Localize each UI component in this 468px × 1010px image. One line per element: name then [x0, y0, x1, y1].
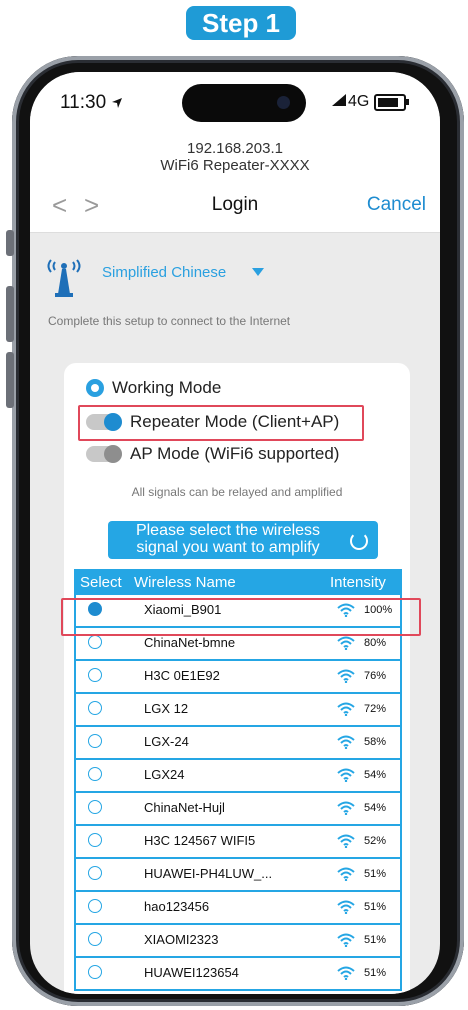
- table-row[interactable]: LGX 12 72%: [74, 694, 402, 727]
- network-name: HUAWEI-PH4LUW_...: [144, 866, 273, 881]
- select-radio[interactable]: [88, 866, 102, 880]
- back-button[interactable]: <: [52, 190, 67, 221]
- network-name: H3C 0E1E92: [144, 668, 220, 683]
- repeater-mode-label: Repeater Mode (Client+AP): [130, 412, 340, 431]
- signal-intensity: 54%: [364, 769, 387, 781]
- signal-intensity: 54%: [364, 802, 387, 814]
- wifi-icon: [337, 966, 355, 980]
- network-name: H3C 124567 WIFI5: [144, 833, 256, 848]
- signal-intensity: 80%: [364, 637, 387, 649]
- language-label: Simplified Chinese: [102, 264, 227, 281]
- wifi-icon: [337, 900, 355, 914]
- network-name: XIAOMI2323: [144, 932, 219, 947]
- network-name: ChinaNet-Hujl: [144, 800, 225, 815]
- ap-mode-label: AP Mode (WiFi6 supported): [130, 444, 340, 463]
- header-intensity: Intensity: [330, 574, 386, 591]
- language-selector[interactable]: Simplified Chinese: [46, 250, 426, 300]
- table-row[interactable]: H3C 0E1E92 76%: [74, 661, 402, 694]
- network-name: LGX 12: [144, 701, 189, 716]
- antenna-icon: [47, 259, 81, 297]
- page-subtitle: WiFi6 Repeater-XXXX: [160, 157, 310, 174]
- table-row[interactable]: ChinaNet-Hujl 54%: [74, 793, 402, 826]
- volume-up-button: [6, 286, 14, 342]
- mute-switch: [6, 230, 14, 256]
- select-radio[interactable]: [88, 965, 102, 979]
- table-body: Xiaomi_B901 100% ChinaNet-bmne 80% H3C 0E1E9…: [74, 595, 402, 991]
- signal-intensity: 72%: [364, 703, 387, 715]
- gear-icon: [86, 379, 104, 397]
- wifi-icon: [337, 768, 355, 782]
- url-ip: 192.168.203.1: [187, 140, 283, 157]
- chevron-down-icon: [252, 268, 264, 276]
- banner-text: Please select the wireless signal you wa…: [135, 522, 321, 556]
- repeater-mode-toggle[interactable]: [86, 413, 122, 431]
- status-time: 11:30: [60, 92, 123, 114]
- wifi-icon: [337, 933, 355, 947]
- wifi-icon: [337, 801, 355, 815]
- signal-intensity: 51%: [364, 967, 387, 979]
- table-row[interactable]: XIAOMI2323 51%: [74, 925, 402, 958]
- table-row[interactable]: HUAWEI123654 51%: [74, 958, 402, 991]
- select-radio[interactable]: [88, 734, 102, 748]
- network-name: LGX-24: [144, 734, 189, 749]
- select-radio[interactable]: [88, 932, 102, 946]
- select-radio[interactable]: [88, 899, 102, 913]
- scan-networks-button[interactable]: Please select the wireless signal you wa…: [108, 521, 378, 559]
- setup-card: Working Mode Repeater Mode (Client+AP) A…: [61, 363, 421, 994]
- ap-mode-toggle[interactable]: [86, 445, 122, 463]
- setup-instruction: Complete this setup to connect to the In…: [48, 314, 291, 328]
- signal-intensity: 51%: [364, 868, 387, 880]
- wifi-icon: [337, 834, 355, 848]
- header-wireless-name: Wireless Name: [134, 574, 236, 591]
- network-type: 4G: [348, 93, 370, 110]
- selected-network-highlight: [61, 598, 421, 636]
- network-name: ChinaNet-bmne: [144, 635, 236, 650]
- cell-signal-icon: [332, 94, 346, 106]
- signal-intensity: 51%: [364, 934, 387, 946]
- table-row[interactable]: HUAWEI-PH4LUW_... 51%: [74, 859, 402, 892]
- status-bar: 11:30 4G: [30, 72, 440, 132]
- wifi-icon: [337, 735, 355, 749]
- signal-intensity: 76%: [364, 670, 387, 682]
- wifi-icon: [337, 867, 355, 881]
- table-row[interactable]: hao123456 51%: [74, 892, 402, 925]
- forward-button[interactable]: >: [84, 190, 99, 221]
- signal-intensity: 51%: [364, 901, 387, 913]
- network-name: LGX24: [144, 767, 185, 782]
- dynamic-island: [182, 84, 306, 122]
- wifi-icon: [337, 702, 355, 716]
- battery-icon: [374, 94, 409, 111]
- signal-intensity: 58%: [364, 736, 387, 748]
- volume-down-button: [6, 352, 14, 408]
- cancel-button[interactable]: Cancel: [367, 194, 426, 216]
- select-radio[interactable]: [88, 668, 102, 682]
- table-row[interactable]: H3C 124567 WIFI5 52%: [74, 826, 402, 859]
- refresh-icon: [350, 532, 368, 550]
- table-row[interactable]: LGX24 54%: [74, 760, 402, 793]
- table-header: Select Wireless Name Intensity: [74, 569, 402, 595]
- header-select: Select: [80, 574, 122, 591]
- browser-nav-bar: < > Login Cancel: [30, 180, 440, 233]
- wifi-icon: [337, 636, 355, 650]
- url-bar[interactable]: 192.168.203.1 WiFi6 Repeater-XXXX: [30, 132, 440, 180]
- relay-note: All signals can be relayed and amplified: [131, 485, 343, 499]
- select-radio[interactable]: [88, 800, 102, 814]
- signal-intensity: 52%: [364, 835, 387, 847]
- location-arrow-icon: [112, 98, 123, 108]
- select-radio[interactable]: [88, 635, 102, 649]
- wifi-icon: [337, 669, 355, 683]
- phone-screen: 11:30 4G 192.168.203.1 WiFi6 Repeater-XX…: [30, 72, 440, 994]
- camera-icon: [277, 96, 290, 109]
- working-mode-title: Working Mode: [112, 378, 222, 397]
- step-badge: Step 1: [186, 6, 296, 40]
- network-name: hao123456: [144, 899, 210, 914]
- select-radio[interactable]: [88, 833, 102, 847]
- select-radio[interactable]: [88, 767, 102, 781]
- network-name: HUAWEI123654: [144, 965, 239, 980]
- select-radio[interactable]: [88, 701, 102, 715]
- table-row[interactable]: LGX-24 58%: [74, 727, 402, 760]
